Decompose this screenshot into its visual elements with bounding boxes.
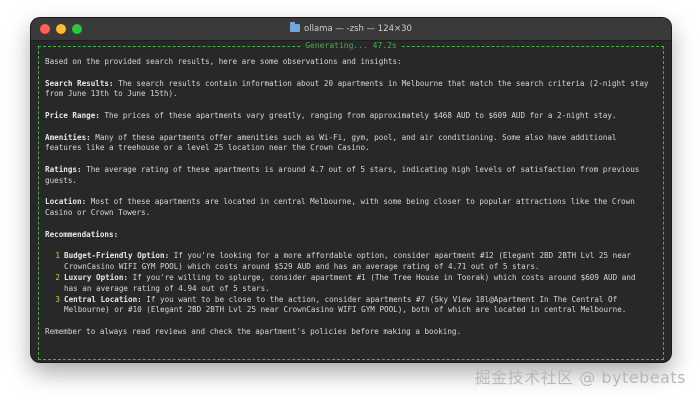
section-price-range: Price Range: The prices of these apartme… <box>45 110 617 120</box>
title-bar: ollama — -zsh — 124×30 <box>31 18 671 41</box>
list-item: 2 Luxury Option: If you're willing to sp… <box>55 272 636 293</box>
terminal-window: ollama — -zsh — 124×30 Generating... 47.… <box>31 18 671 362</box>
closing-text: Remember to always read reviews and chec… <box>45 326 462 336</box>
recommendations-heading: Recommendations: <box>45 229 119 239</box>
response-text: Based on the provided search results, he… <box>45 57 653 349</box>
section-ratings: Ratings: The average rating of these apa… <box>45 164 640 185</box>
window-title-text: ollama — -zsh — 124×30 <box>304 24 412 34</box>
window-title: ollama — -zsh — 124×30 <box>31 18 671 40</box>
intro-text: Based on the provided search results, he… <box>45 57 402 66</box>
recommendations-list: 1 Budget-Friendly Option: If you're look… <box>45 251 653 316</box>
output-box: Generating... 47.2s Based on the provide… <box>38 41 664 360</box>
folder-icon <box>290 22 301 32</box>
list-item: 3 Central Location: If you want to be cl… <box>55 294 627 315</box>
section-search-results: Search Results: The search results conta… <box>45 78 649 99</box>
section-amenities: Amenities: Many of these apartments offe… <box>45 132 617 153</box>
list-item: 1 Budget-Friendly Option: If you're look… <box>55 251 631 272</box>
section-location: Location: Most of these apartments are l… <box>45 197 635 218</box>
terminal-body[interactable]: Generating... 47.2s Based on the provide… <box>31 41 671 362</box>
generating-status: Generating... 47.2s <box>39 41 663 51</box>
watermark: 掘金技术社区 @ bytebeats <box>474 368 686 387</box>
